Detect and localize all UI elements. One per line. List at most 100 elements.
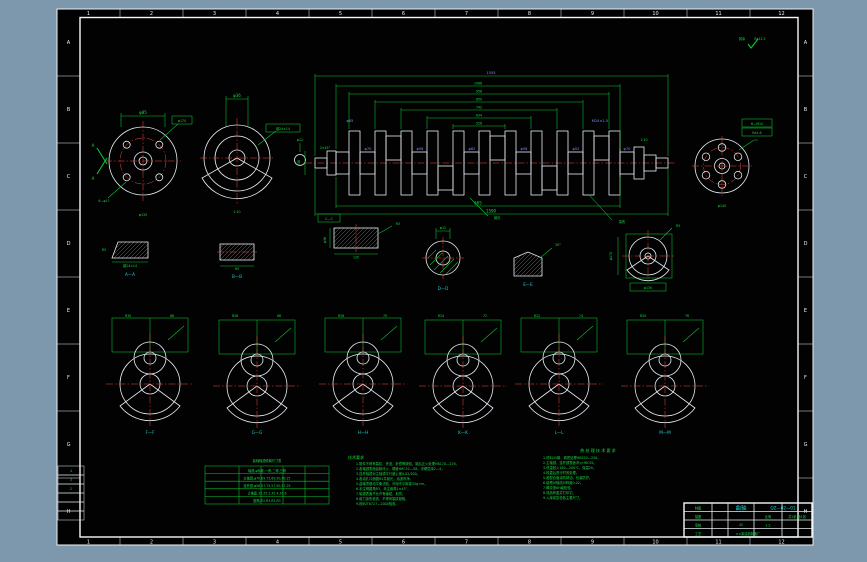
dim-label: 键24×14 xyxy=(123,263,137,268)
dim-label: 850 xyxy=(476,98,482,102)
note-line: 1.材料45钢，调质处理HB220—250。 xyxy=(543,455,601,460)
note-line: 5.曲轴须做动平衡试验，许用不平衡量35g·cm。 xyxy=(356,481,428,486)
table-row: 止推面,35,35.2,35.4,35.6 xyxy=(248,491,287,496)
zone-label: 2 xyxy=(150,11,153,17)
zone-label: F xyxy=(804,375,807,381)
section-label: C—C xyxy=(325,217,333,221)
dim-label: φ52 xyxy=(573,147,580,151)
zone-label: 10 xyxy=(652,11,658,17)
scale-label: 比例 xyxy=(765,514,771,519)
note-line: 8.磁力探伤检查，不得有裂纹缺陷。 xyxy=(356,496,409,501)
zone-label: G xyxy=(804,442,808,448)
dim-label: R30 xyxy=(125,314,131,318)
dim-label: 6—φ17 xyxy=(98,199,109,203)
zone-label: D xyxy=(67,241,71,247)
zone-label: E xyxy=(67,308,70,314)
zone-label: 9 xyxy=(591,11,594,17)
dim-label: R3 xyxy=(396,222,400,226)
note-line: 4.校直后进行时效处理。 xyxy=(543,470,579,475)
zone-label: 2 xyxy=(150,540,153,546)
dim-label: φ36 xyxy=(323,237,327,243)
part-name: 曲轴 xyxy=(735,504,747,512)
dim-label: 2×45° xyxy=(320,146,331,150)
zone-label: 5 xyxy=(339,11,342,17)
dim-label: φ130 xyxy=(139,213,147,217)
zone-label: D xyxy=(804,241,808,247)
zone-label: 4 xyxy=(276,11,279,17)
dim-label: 1590 xyxy=(486,209,497,214)
dim-label: φ36 xyxy=(297,160,301,166)
zone-label: 6 xyxy=(402,540,405,546)
material-value: 45 xyxy=(739,523,743,527)
dim-label: R3 xyxy=(676,224,680,228)
zone-label: 10 xyxy=(652,540,658,546)
note-line: 9.入库前复检各主要尺寸。 xyxy=(543,495,582,500)
dim-label: 键24×14 xyxy=(276,126,290,131)
dim-label: R5 xyxy=(102,248,106,252)
notes-heading: 热 处 理 技 术 要 求 xyxy=(580,447,616,453)
zone-label: 7 xyxy=(465,540,468,546)
dim-label: R22 xyxy=(534,314,540,318)
section-label: D—D xyxy=(438,286,449,291)
dim-label: R28 xyxy=(232,314,238,318)
dim-label: φ58 xyxy=(417,147,425,151)
dim-label: 526 xyxy=(476,122,482,126)
table-header-row: 轴颈,φ标准,一修,二修,三修 xyxy=(248,468,287,473)
section-label: A—A xyxy=(125,272,135,277)
zone-label: C xyxy=(804,174,808,180)
section-label: H—H xyxy=(358,430,369,435)
section-label: E—E xyxy=(523,282,533,287)
titleblock-role: 审核 xyxy=(695,523,702,528)
zone-label: 1 xyxy=(87,540,90,546)
zone-label: 1 xyxy=(87,11,90,17)
dim-label: 74 xyxy=(579,314,583,318)
zone-label: 12 xyxy=(778,11,784,17)
dim-label: 抛光 xyxy=(494,215,501,220)
mini-row-label: 2 xyxy=(70,487,72,491)
section-label: B—B xyxy=(232,274,242,279)
dim-label: φ12 xyxy=(297,138,303,142)
section-arrow-label: A xyxy=(92,143,95,148)
zone-label: 4 xyxy=(276,540,279,546)
table-row: 圆角,R3,R3,R3,R3 xyxy=(253,498,280,503)
surface-mark-value: Ra12.5 xyxy=(754,37,765,41)
section-label: F—F xyxy=(145,430,155,435)
dim-label: 68 xyxy=(277,314,281,318)
dim-label: φ140 xyxy=(718,204,726,208)
cad-drawing-canvas: 1 2 3 4 5 6 7 8 9 10 11 12 1 2 3 4 5 6 7… xyxy=(0,0,867,562)
zone-label: 8 xyxy=(528,540,531,546)
zone-label: 6 xyxy=(402,11,405,17)
table-row: 连杆颈,φ58,57.75,57.50,57.25 xyxy=(243,483,290,488)
dim-label: R20 xyxy=(640,314,646,318)
dim-label: 70 xyxy=(383,314,387,318)
dim-label: 742 xyxy=(476,106,482,110)
dim-label: 120 xyxy=(353,256,359,260)
cad-viewport: 1 2 3 4 5 6 7 8 9 10 11 12 1 2 3 4 5 6 7… xyxy=(0,0,867,562)
zone-label: G xyxy=(67,442,71,448)
note-line: 6.键槽对轴线对称度0.02。 xyxy=(543,480,583,485)
titleblock-role: 制图 xyxy=(695,506,701,511)
notes-heading: 技术要求 xyxy=(348,454,364,460)
zone-label: 3 xyxy=(213,540,216,546)
dim-label: 72 xyxy=(483,314,487,318)
dim-label: 1066 xyxy=(474,82,482,86)
note-line: 6.未注明圆角R3，未注倒角1×45°。 xyxy=(356,486,411,491)
dim-label: 66 xyxy=(170,314,174,318)
zone-label: A xyxy=(804,40,808,46)
note-line: 4.各油孔口倒圆R2并抛光，油道吹净。 xyxy=(356,476,413,481)
zone-label: C xyxy=(67,174,71,180)
note-line: 9.按JB/T6727—2000验收。 xyxy=(356,501,399,506)
zone-label: F xyxy=(67,375,70,381)
note-line: 7.螺纹按6H级检验。 xyxy=(543,485,574,490)
dim-label: φ170 xyxy=(178,119,186,123)
zone-label: 8 xyxy=(528,11,531,17)
dim-label: 1:10 xyxy=(640,138,647,142)
note-line: 8.成品称重并打印记。 xyxy=(543,490,576,495)
section-arrow-label: A xyxy=(92,176,95,181)
zone-label: 3 xyxy=(213,11,216,17)
titleblock-role: 工艺 xyxy=(695,531,701,536)
zone-label: 12 xyxy=(778,540,784,546)
zone-label: 5 xyxy=(339,540,342,546)
zone-label: B xyxy=(67,107,71,113)
dim-label: 探伤 xyxy=(619,219,625,224)
